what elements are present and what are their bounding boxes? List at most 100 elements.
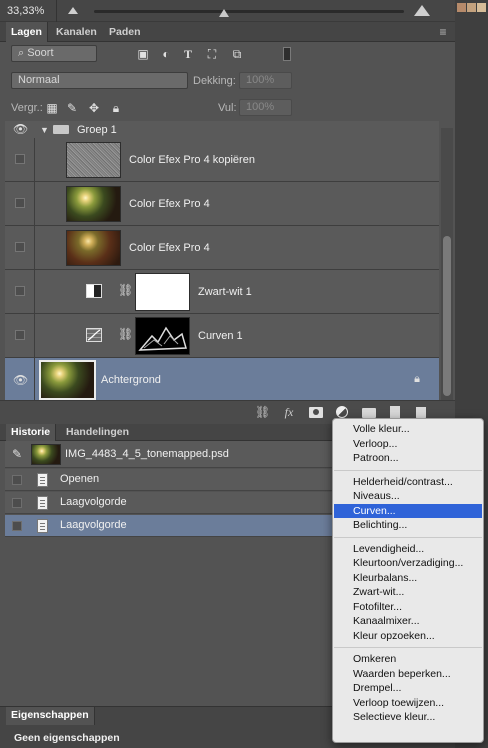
- history-brush-icon[interactable]: ✎: [10, 447, 24, 461]
- adjustment-filter-icon[interactable]: ◐: [159, 47, 173, 61]
- layer-row[interactable]: Color Efex Pro 4: [5, 226, 439, 270]
- zoom-in-icon[interactable]: [414, 5, 430, 16]
- link-icon[interactable]: ⛓︎: [255, 405, 270, 419]
- tab-eigenschappen[interactable]: Eigenschappen: [6, 707, 95, 725]
- menu-item[interactable]: Zwart-wit...: [334, 585, 482, 600]
- layer-name: Curven 1: [198, 330, 243, 342]
- tab-paden[interactable]: Paden: [104, 22, 146, 42]
- visibility-toggle[interactable]: [5, 270, 35, 313]
- layer-row[interactable]: ⛓︎ Zwart-wit 1: [5, 270, 439, 314]
- lock-position-icon[interactable]: ✥: [88, 101, 100, 115]
- history-label: Laagvolgorde: [60, 496, 127, 508]
- menu-item[interactable]: Helderheid/contrast...: [334, 475, 482, 490]
- menu-item[interactable]: Waarden beperken...: [334, 667, 482, 682]
- lock-transparent-icon[interactable]: ▦: [46, 101, 58, 115]
- tab-historie[interactable]: Historie: [6, 424, 57, 441]
- menu-item[interactable]: Belichting...: [334, 518, 482, 533]
- visibility-toggle[interactable]: [5, 314, 35, 357]
- menu-item[interactable]: Omkeren: [334, 652, 482, 667]
- menu-item[interactable]: Drempel...: [334, 681, 482, 696]
- menu-item[interactable]: Kleurbalans...: [334, 571, 482, 586]
- group-row[interactable]: 👁︎ ▼ Groep 1: [5, 121, 439, 139]
- menu-separator: [334, 469, 482, 471]
- menu-item[interactable]: Verloop toewijzen...: [334, 696, 482, 711]
- menu-item[interactable]: Niveaus...: [334, 489, 482, 504]
- shape-filter-icon[interactable]: ⛶: [205, 47, 219, 61]
- group-expand-icon[interactable]: ▼: [40, 125, 49, 135]
- visibility-toggle[interactable]: [5, 182, 35, 225]
- zoom-slider-thumb[interactable]: [219, 9, 229, 17]
- photoshop-panels: 33,33% Lagen Kanalen Paden ≡ ⌕ Soort ▣ ◐…: [0, 0, 488, 748]
- smart-object-filter-icon[interactable]: ⧉: [230, 47, 244, 61]
- folder-icon[interactable]: [362, 408, 376, 418]
- tab-handelingen[interactable]: Handelingen: [61, 424, 134, 441]
- menu-item[interactable]: Verloop...: [334, 437, 482, 452]
- document-icon: [37, 519, 48, 533]
- eye-icon[interactable]: 👁︎: [13, 373, 28, 387]
- layer-row[interactable]: Color Efex Pro 4: [5, 182, 439, 226]
- menu-item[interactable]: Kleurtoon/verzadiging...: [334, 556, 482, 571]
- properties-message: Geen eigenschappen: [14, 732, 120, 744]
- layer-thumbnail: [39, 360, 96, 400]
- visibility-toggle[interactable]: [5, 138, 35, 181]
- filter-select[interactable]: ⌕ Soort: [11, 45, 97, 62]
- menu-item[interactable]: Curven...: [334, 503, 482, 518]
- layers-toolbar: ⌕ Soort ▣ ◐ T ⛶ ⧉ Normaal Dekking: 100% …: [0, 42, 455, 128]
- scrollbar-thumb[interactable]: [443, 236, 451, 396]
- menu-separator: [334, 647, 482, 648]
- mask-link-icon[interactable]: ⛓︎: [118, 283, 133, 297]
- adjustment-icon[interactable]: [336, 406, 348, 418]
- divider: [56, 0, 57, 22]
- lock-all-icon[interactable]: 🔒︎: [110, 101, 122, 115]
- snapshot-name: IMG_4483_4_5_tonemapped.psd: [65, 448, 229, 460]
- blend-mode-select[interactable]: Normaal: [11, 72, 188, 89]
- fill-input[interactable]: 100%: [239, 99, 292, 116]
- layer-row[interactable]: Color Efex Pro 4 kopiëren: [5, 138, 439, 182]
- layer-row-selected[interactable]: 👁︎ Achtergrond 🔒︎: [5, 358, 439, 402]
- mask-thumbnail: [135, 317, 190, 355]
- lock-icon: 🔒︎: [414, 373, 420, 385]
- fx-icon[interactable]: fx: [281, 405, 297, 419]
- zoom-value[interactable]: 33,33%: [7, 5, 44, 17]
- mask-icon[interactable]: [309, 407, 323, 418]
- zoom-slider[interactable]: [94, 10, 404, 13]
- lock-label: Vergr.:: [11, 102, 43, 114]
- layer-name: Color Efex Pro 4 kopiëren: [129, 154, 255, 166]
- layers-tab-row: Lagen Kanalen Paden ≡: [0, 22, 455, 42]
- visibility-toggle[interactable]: 👁︎: [5, 358, 35, 401]
- layer-name: Zwart-wit 1: [198, 286, 252, 298]
- type-filter-icon[interactable]: T: [181, 47, 195, 61]
- mask-link-icon[interactable]: ⛓︎: [118, 327, 133, 341]
- panel-menu-icon[interactable]: ≡: [436, 25, 450, 39]
- filter-toggle-icon[interactable]: [283, 47, 291, 61]
- menu-item[interactable]: Patroon...: [334, 451, 482, 466]
- tab-kanalen[interactable]: Kanalen: [51, 22, 102, 42]
- group-name: Groep 1: [77, 124, 117, 136]
- history-checkbox[interactable]: [12, 498, 22, 508]
- eye-icon[interactable]: 👁︎: [13, 122, 28, 136]
- layer-thumbnail: [66, 186, 121, 222]
- layers-scrollbar[interactable]: [441, 128, 453, 400]
- image-filter-icon[interactable]: ▣: [136, 47, 150, 61]
- menu-item[interactable]: Levendigheid...: [334, 542, 482, 557]
- menu-item[interactable]: Selectieve kleur...: [334, 710, 482, 725]
- mask-thumbnail: [135, 273, 190, 311]
- layer-row[interactable]: ⛓︎ Curven 1: [5, 314, 439, 358]
- fill-label: Vul:: [218, 102, 237, 114]
- history-checkbox[interactable]: [12, 521, 22, 531]
- menu-item[interactable]: Kanaalmixer...: [334, 614, 482, 629]
- folder-icon: [53, 125, 69, 134]
- document-icon: [37, 496, 48, 510]
- history-label: Openen: [60, 473, 100, 485]
- layer-name: Color Efex Pro 4: [129, 198, 210, 210]
- tab-lagen[interactable]: Lagen: [6, 22, 48, 42]
- opacity-input[interactable]: 100%: [239, 72, 292, 89]
- menu-item[interactable]: Kleur opzoeken...: [334, 629, 482, 644]
- adjustment-layer-menu: Volle kleur... Verloop... Patroon... Helder…: [332, 418, 484, 743]
- zoom-out-icon[interactable]: [68, 7, 78, 14]
- menu-item[interactable]: Fotofilter...: [334, 600, 482, 615]
- visibility-toggle[interactable]: [5, 226, 35, 269]
- menu-item[interactable]: Volle kleur...: [334, 422, 482, 437]
- lock-paint-icon[interactable]: ✎: [66, 101, 78, 115]
- history-checkbox[interactable]: [12, 475, 22, 485]
